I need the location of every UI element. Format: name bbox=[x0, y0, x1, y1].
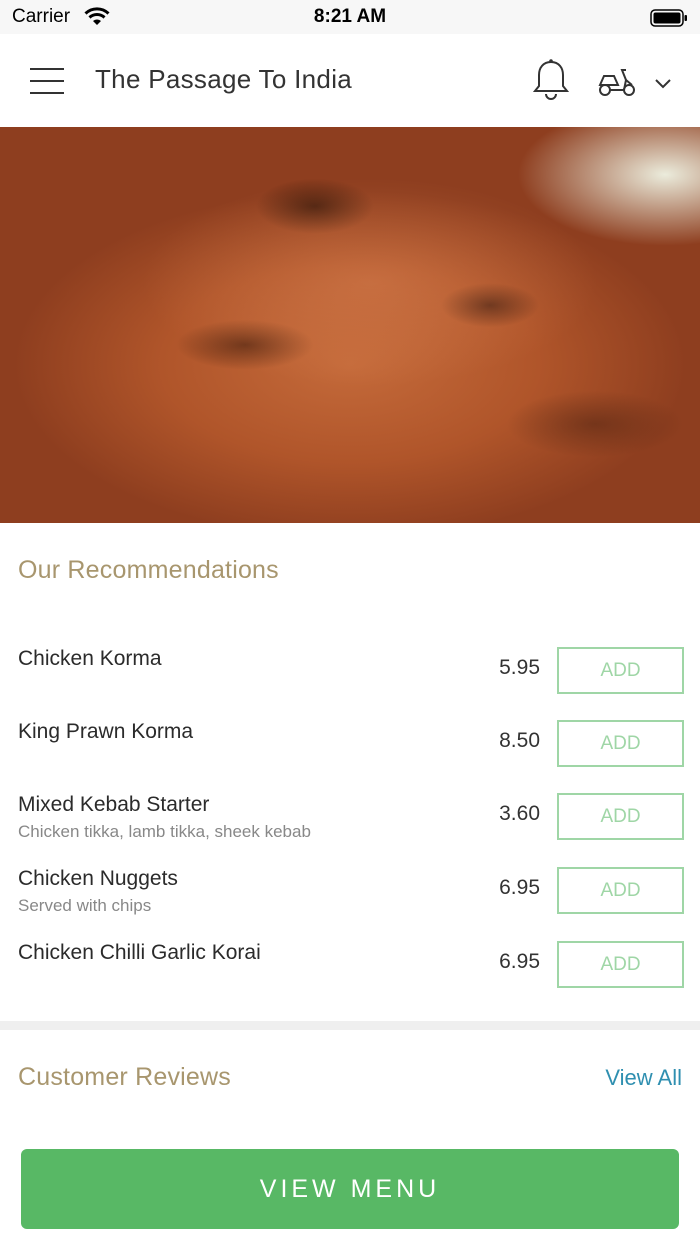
item-price: 6.95 bbox=[499, 950, 540, 973]
item-description: Served with chips bbox=[18, 896, 152, 915]
add-button[interactable]: ADD bbox=[557, 793, 684, 840]
app-header: The Passage To India bbox=[0, 34, 700, 127]
add-button[interactable]: ADD bbox=[557, 941, 684, 988]
view-all-link[interactable]: View All bbox=[605, 1065, 682, 1091]
reviews-title: Customer Reviews bbox=[18, 1063, 231, 1091]
add-button[interactable]: ADD bbox=[557, 720, 684, 767]
page-title: The Passage To India bbox=[95, 64, 353, 94]
menu-item: Mixed Kebab Starter Chicken tikka, lamb … bbox=[0, 793, 700, 867]
add-button[interactable]: ADD bbox=[557, 867, 684, 914]
item-price: 6.95 bbox=[499, 876, 540, 899]
item-name: Chicken Chilli Garlic Korai bbox=[18, 941, 261, 964]
menu-item: King Prawn Korma 8.50 ADD bbox=[0, 720, 700, 794]
section-divider bbox=[0, 1021, 700, 1030]
item-name: Chicken Nuggets bbox=[18, 867, 178, 890]
scooter-icon[interactable] bbox=[596, 66, 638, 103]
menu-item: Chicken Korma 5.95 ADD bbox=[0, 647, 700, 721]
battery-icon bbox=[650, 9, 688, 32]
menu-icon[interactable] bbox=[30, 68, 64, 94]
bell-icon[interactable] bbox=[531, 58, 571, 107]
add-button[interactable]: ADD bbox=[557, 647, 684, 694]
status-bar: Carrier 8:21 AM bbox=[0, 0, 700, 34]
menu-item: Chicken Chilli Garlic Korai 6.95 ADD bbox=[0, 941, 700, 1015]
view-menu-button[interactable]: VIEW MENU bbox=[21, 1149, 679, 1229]
clock-time: 8:21 AM bbox=[313, 6, 387, 27]
item-price: 8.50 bbox=[499, 729, 540, 752]
item-name: Mixed Kebab Starter bbox=[18, 793, 210, 816]
item-name: Chicken Korma bbox=[18, 647, 162, 670]
menu-item: Chicken Nuggets Served with chips 6.95 A… bbox=[0, 867, 700, 941]
recommendations-title: Our Recommendations bbox=[18, 556, 279, 584]
hero-food-image bbox=[0, 127, 700, 523]
item-name: King Prawn Korma bbox=[18, 720, 194, 743]
item-description: Chicken tikka, lamb tikka, sheek kebab bbox=[18, 822, 311, 841]
chevron-down-icon[interactable] bbox=[654, 77, 672, 95]
item-price: 3.60 bbox=[499, 802, 540, 825]
item-price: 5.95 bbox=[499, 656, 540, 679]
